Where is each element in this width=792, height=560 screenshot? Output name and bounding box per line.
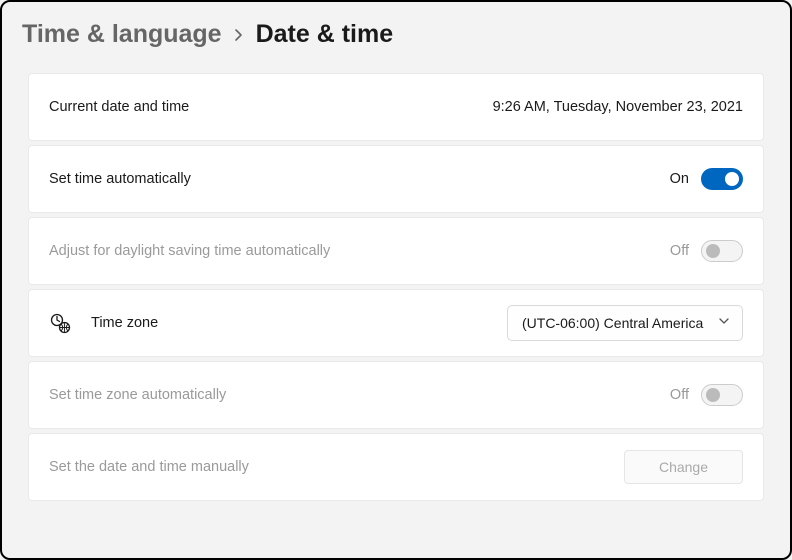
chevron-down-icon (718, 314, 730, 332)
tz-auto-toggle (701, 384, 743, 406)
dst-auto-state: Off (670, 243, 689, 259)
manual-label: Set the date and time manually (49, 459, 249, 475)
time-zone-label: Time zone (91, 315, 158, 331)
tz-auto-state: Off (670, 387, 689, 403)
chevron-right-icon (234, 27, 244, 45)
current-datetime-label: Current date and time (49, 99, 189, 115)
time-zone-selected: (UTC-06:00) Central America (522, 315, 703, 331)
time-zone-row: Time zone (UTC-06:00) Central America (28, 289, 764, 357)
set-time-auto-toggle[interactable] (701, 168, 743, 190)
tz-auto-label: Set time zone automatically (49, 387, 226, 403)
dst-auto-label: Adjust for daylight saving time automati… (49, 243, 330, 259)
set-time-auto-state: On (670, 171, 689, 187)
breadcrumb: Time & language Date & time (2, 2, 790, 63)
clock-globe-icon (49, 312, 71, 334)
change-button: Change (624, 450, 743, 484)
manual-row: Set the date and time manually Change (28, 433, 764, 501)
current-datetime-row: Current date and time 9:26 AM, Tuesday, … (28, 73, 764, 141)
set-time-auto-label: Set time automatically (49, 171, 191, 187)
current-datetime-value: 9:26 AM, Tuesday, November 23, 2021 (493, 99, 743, 115)
breadcrumb-parent[interactable]: Time & language (22, 20, 222, 49)
dst-auto-row: Adjust for daylight saving time automati… (28, 217, 764, 285)
time-zone-dropdown[interactable]: (UTC-06:00) Central America (507, 305, 743, 341)
set-time-auto-row: Set time automatically On (28, 145, 764, 213)
page-title: Date & time (256, 20, 394, 49)
tz-auto-row: Set time zone automatically Off (28, 361, 764, 429)
dst-auto-toggle (701, 240, 743, 262)
